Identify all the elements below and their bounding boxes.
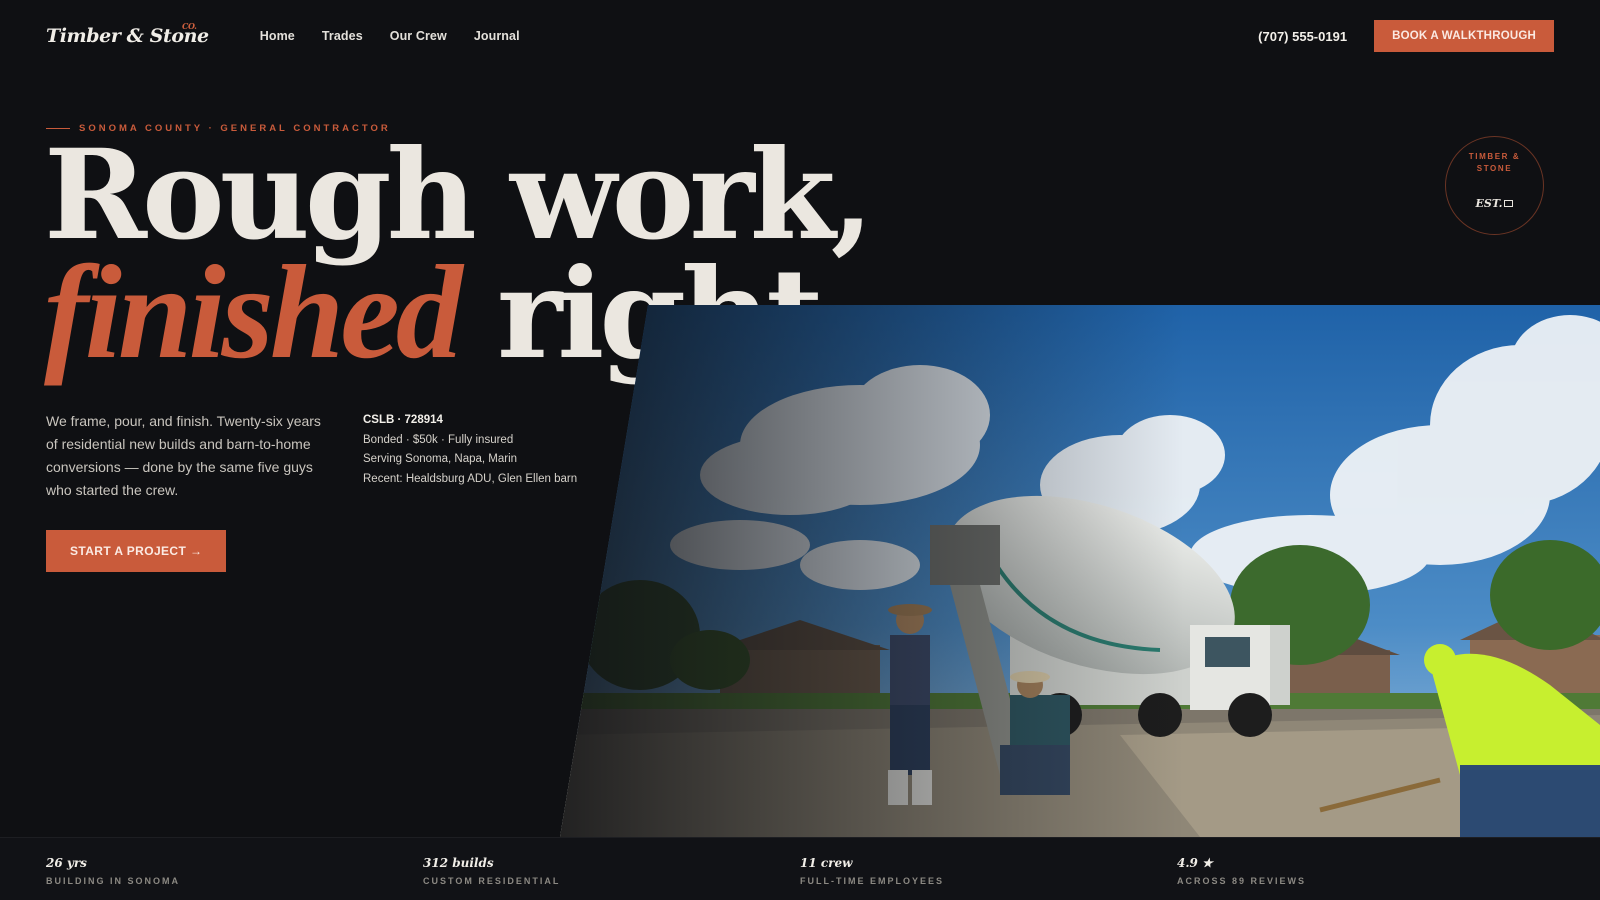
book-walkthrough-button[interactable]: BOOK A WALKTHROUGH bbox=[1374, 20, 1554, 52]
nav-link-home[interactable]: Home bbox=[260, 29, 295, 43]
service-area: Serving Sonoma, Napa, Marin bbox=[363, 453, 518, 465]
stat-label: BUILDING IN SONOMA bbox=[46, 876, 180, 886]
stamp-est: EST. bbox=[1476, 197, 1514, 210]
stats-bar: 26 yrs BUILDING IN SONOMA 312 builds CUS… bbox=[0, 837, 1600, 900]
stat-reviews: 4.9 ★ ACROSS 89 REVIEWS bbox=[1177, 838, 1554, 900]
nav-link-our-crew[interactable]: Our Crew bbox=[390, 29, 447, 43]
license-number: CSLB · 728914 bbox=[363, 414, 443, 426]
recent-projects: Recent: Healdsburg ADU, Glen Ellen barn bbox=[363, 472, 578, 485]
start-project-button[interactable]: START A PROJECT → bbox=[46, 530, 227, 572]
top-nav: Timber & Stone CO. Home Trades Our Crew … bbox=[0, 0, 1600, 72]
stamp-est-label: EST. bbox=[1475, 197, 1503, 210]
stat-builds: 312 builds CUSTOM RESIDENTIAL bbox=[423, 838, 800, 900]
nav-links: Home Trades Our Crew Journal bbox=[260, 29, 520, 43]
stat-label: CUSTOM RESIDENTIAL bbox=[423, 876, 561, 886]
hero-photo bbox=[560, 305, 1600, 837]
phone-link[interactable]: (707) 555-0191 bbox=[1258, 29, 1347, 44]
credentials-list: CSLB · 728914 Bonded · $50k · Fully insu… bbox=[363, 411, 577, 489]
hero-intro: We frame, pour, and finish. Twenty-six y… bbox=[46, 413, 321, 498]
stat-value: 4.9 ★ bbox=[1177, 856, 1213, 870]
stat-years: 26 yrs BUILDING IN SONOMA bbox=[46, 838, 423, 900]
stat-crew: 11 crew FULL-TIME EMPLOYEES bbox=[800, 838, 1177, 900]
stat-value: 11 crew bbox=[800, 856, 853, 870]
stat-value: 26 yrs bbox=[46, 856, 87, 870]
nav-link-trades[interactable]: Trades bbox=[322, 29, 363, 43]
nav-right: (707) 555-0191 BOOK A WALKTHROUGH bbox=[1258, 20, 1554, 52]
stat-label: FULL-TIME EMPLOYEES bbox=[800, 876, 945, 886]
bonded-info: Bonded · $50k · Fully insured bbox=[363, 433, 514, 446]
stamp-text: TIMBER & STONE bbox=[1468, 152, 1521, 173]
est-stamp-badge: TIMBER & STONE EST. bbox=[1445, 136, 1544, 235]
brand-sup: CO. bbox=[182, 21, 197, 31]
brand-logo[interactable]: Timber & Stone CO. bbox=[46, 21, 209, 47]
headline-line-1: Rough work, bbox=[44, 123, 874, 268]
stamp-box-icon bbox=[1504, 200, 1514, 207]
stat-value: 312 builds bbox=[423, 856, 494, 870]
nav-link-journal[interactable]: Journal bbox=[474, 29, 520, 43]
headline-accent-word: finished bbox=[44, 238, 463, 386]
construction-photo-illustration bbox=[560, 305, 1600, 837]
stat-label: ACROSS 89 REVIEWS bbox=[1177, 876, 1307, 886]
